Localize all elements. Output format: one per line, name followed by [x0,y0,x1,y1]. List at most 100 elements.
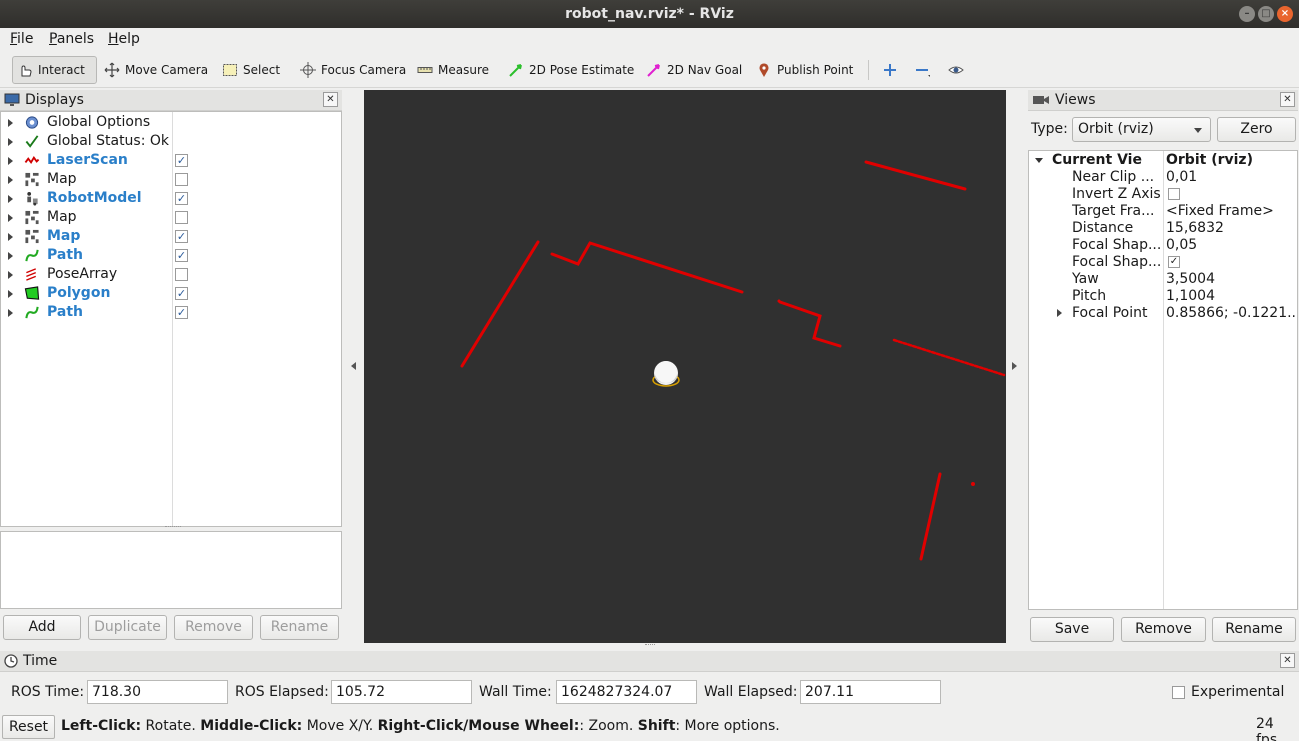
wall-time-field[interactable]: 1624827324.07 [556,680,697,704]
view-property-value[interactable]: 1,1004 [1166,288,1296,305]
remove-view-button[interactable]: Remove [1121,617,1206,642]
remove-tool-button[interactable] [910,56,934,84]
display-enabled-checkbox[interactable] [175,211,188,224]
view-property-row[interactable]: Near Clip ... 0,01 [1029,169,1297,186]
camera-icon [1033,96,1049,104]
view-property-value[interactable]: 0,05 [1166,237,1296,254]
expand-arrow-icon[interactable] [8,176,13,184]
display-enabled-checkbox[interactable] [175,268,188,281]
ros-time-field[interactable]: 718.30 [87,680,228,704]
view-property-checkbox[interactable]: ✓ [1168,256,1180,268]
map-icon [24,172,40,187]
display-item-global-options[interactable]: Global Options [1,113,341,132]
view-property-row[interactable]: Focal Shap... ✓ [1029,254,1297,271]
current-view-row[interactable]: Current View Orbit (rviz) [1029,152,1297,169]
display-item-robotmodel[interactable]: RobotModel ✓ [1,189,341,208]
display-item-polygon[interactable]: Polygon ✓ [1,284,341,303]
display-item-map[interactable]: Map [1,208,341,227]
view-property-row[interactable]: Focal Shap... 0,05 [1029,237,1297,254]
right-splitter[interactable] [1008,90,1022,643]
view-property-row[interactable]: Pitch 1,1004 [1029,288,1297,305]
monitor-icon [4,93,20,106]
interact-tool-button[interactable]: Interact [12,56,97,84]
view-property-key: Focal Shap... [1072,237,1162,253]
view-type-select[interactable]: Orbit (rviz) [1072,117,1211,142]
polygon-icon [24,286,40,301]
move-camera-tool-button[interactable]: Move Camera [100,56,212,84]
3d-render-viewport[interactable] [364,90,1006,643]
display-item-map[interactable]: Map ✓ [1,227,341,246]
expand-arrow-icon[interactable] [8,214,13,222]
view-property-row[interactable]: Invert Z Axis [1029,186,1297,203]
display-item-map[interactable]: Map [1,170,341,189]
plus-icon [884,64,896,76]
experimental-checkbox[interactable] [1172,686,1185,699]
display-item-posearray[interactable]: PoseArray [1,265,341,284]
expand-arrow-icon[interactable] [8,157,13,165]
measure-tool-button[interactable]: Measure [413,56,493,84]
expand-arrow-icon[interactable] [1057,309,1062,317]
expand-arrow-icon[interactable] [8,138,13,146]
displays-splitter-handle[interactable] [165,526,181,529]
display-enabled-checkbox[interactable]: ✓ [175,287,188,300]
time-close-button[interactable]: ✕ [1280,653,1295,668]
zero-view-button[interactable]: Zero [1217,117,1296,142]
display-item-path[interactable]: Path ✓ [1,303,341,322]
view-property-value[interactable]: <Fixed Frame> [1166,203,1296,220]
left-splitter[interactable] [346,90,360,643]
reset-button[interactable]: Reset [2,715,55,739]
displays-close-button[interactable]: ✕ [323,92,338,107]
view-property-value[interactable]: 15,6832 [1166,220,1296,237]
display-enabled-checkbox[interactable]: ✓ [175,306,188,319]
display-item-label: Map [47,228,81,244]
minimize-button[interactable]: – [1239,6,1255,22]
ros-elapsed-field[interactable]: 105.72 [331,680,472,704]
expand-arrow-icon[interactable] [8,271,13,279]
pose-estimate-tool-button[interactable]: 2D Pose Estimate [504,56,638,84]
select-tool-button[interactable]: Select [218,56,284,84]
close-button[interactable]: × [1277,6,1293,22]
expand-arrow-icon[interactable] [8,252,13,260]
display-enabled-checkbox[interactable]: ✓ [175,230,188,243]
add-display-button[interactable]: Add [3,615,81,640]
duplicate-display-button[interactable]: Duplicate [88,615,167,640]
display-item-path[interactable]: Path ✓ [1,246,341,265]
view-property-value[interactable]: 3,5004 [1166,271,1296,288]
menu-panels[interactable]: Panels [49,31,94,47]
wall-elapsed-field[interactable]: 207.11 [800,680,941,704]
display-item-global-status-ok[interactable]: Global Status: Ok [1,132,341,151]
display-enabled-checkbox[interactable]: ✓ [175,192,188,205]
expand-arrow-icon[interactable] [8,309,13,317]
expand-arrow-icon[interactable] [8,233,13,241]
view-property-row[interactable]: Yaw 3,5004 [1029,271,1297,288]
remove-display-button[interactable]: Remove [174,615,253,640]
view-property-value[interactable]: 0.85866; -0.1221... [1166,305,1296,322]
focus-camera-tool-button[interactable]: Focus Camera [296,56,410,84]
display-enabled-checkbox[interactable]: ✓ [175,154,188,167]
expand-arrow-icon[interactable] [8,290,13,298]
display-enabled-checkbox[interactable] [175,173,188,186]
views-close-button[interactable]: ✕ [1280,92,1295,107]
nav-goal-tool-button[interactable]: 2D Nav Goal [642,56,746,84]
expand-arrow-icon[interactable] [8,119,13,127]
save-view-button[interactable]: Save [1030,617,1114,642]
display-item-laserscan[interactable]: LaserScan ✓ [1,151,341,170]
rename-display-button[interactable]: Rename [260,615,339,640]
visibility-tool-button[interactable] [944,56,968,84]
publish-point-tool-button[interactable]: Publish Point [752,56,857,84]
display-enabled-checkbox[interactable]: ✓ [175,249,188,262]
rename-view-button[interactable]: Rename [1212,617,1296,642]
view-property-row[interactable]: Focal Point 0.85866; -0.1221... [1029,305,1297,322]
menu-help[interactable]: Help [108,31,140,47]
expand-arrow-icon[interactable] [8,195,13,203]
view-property-row[interactable]: Target Fra... <Fixed Frame> [1029,203,1297,220]
menu-file[interactable]: File [10,31,33,47]
maximize-button[interactable]: □ [1258,6,1274,22]
add-tool-button[interactable] [878,56,902,84]
display-item-label: Polygon [47,285,111,301]
view-property-row[interactable]: Distance 15,6832 [1029,220,1297,237]
displays-title: Displays [25,91,84,108]
bottom-splitter-handle[interactable] [645,644,655,647]
view-property-checkbox[interactable] [1168,188,1180,200]
view-property-value[interactable]: 0,01 [1166,169,1296,186]
